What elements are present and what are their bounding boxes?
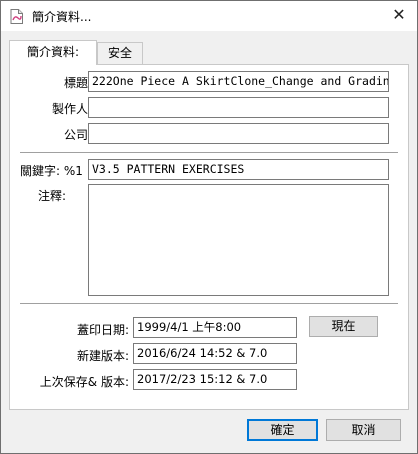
title-field[interactable]: 222One Piece A SkirtClone_Change and Gra… <box>88 71 389 92</box>
now-button[interactable]: 現在 <box>309 316 378 337</box>
cancel-button[interactable]: 取消 <box>326 419 401 441</box>
tab-security-label: 安全 <box>107 46 132 60</box>
author-label: 製作人: <box>51 102 92 116</box>
last-saved-field: 2017/2/23 15:12 & 7.0 <box>133 369 297 390</box>
dialog-window: 簡介資料... ✕ 簡介資料: 安全 標題: 222One Piece A Sk… <box>0 0 418 454</box>
summary-panel: 標題: 222One Piece A SkirtClone_Change and… <box>9 64 409 410</box>
window-title: 簡介資料... <box>32 10 92 24</box>
author-field[interactable] <box>88 97 389 118</box>
keywords-label: 關鍵字: %1 <box>20 164 83 178</box>
tab-summary[interactable]: 簡介資料: <box>9 40 97 65</box>
stamp-date-field[interactable]: 1999/4/1 上午8:00 <box>133 317 297 338</box>
title-bar: 簡介資料... ✕ <box>1 1 417 31</box>
divider-bottom <box>20 303 398 305</box>
company-field[interactable] <box>88 123 389 144</box>
document-icon <box>10 9 23 24</box>
keywords-field[interactable]: V3.5 PATTERN EXERCISES <box>88 159 389 180</box>
created-version-label: 新建版本: <box>76 349 129 363</box>
ok-button[interactable]: 確定 <box>247 419 318 441</box>
last-saved-label: 上次保存& 版本: <box>39 375 129 389</box>
comments-field[interactable] <box>88 184 389 296</box>
divider-top <box>20 152 398 154</box>
comments-label: 注釋: <box>37 189 66 203</box>
created-version-field: 2016/6/24 14:52 & 7.0 <box>133 343 297 364</box>
stamp-date-label: 蓋印日期: <box>76 323 129 337</box>
tab-security[interactable]: 安全 <box>97 42 143 64</box>
close-icon[interactable]: ✕ <box>385 3 413 29</box>
tab-summary-label: 簡介資料: <box>26 45 80 59</box>
